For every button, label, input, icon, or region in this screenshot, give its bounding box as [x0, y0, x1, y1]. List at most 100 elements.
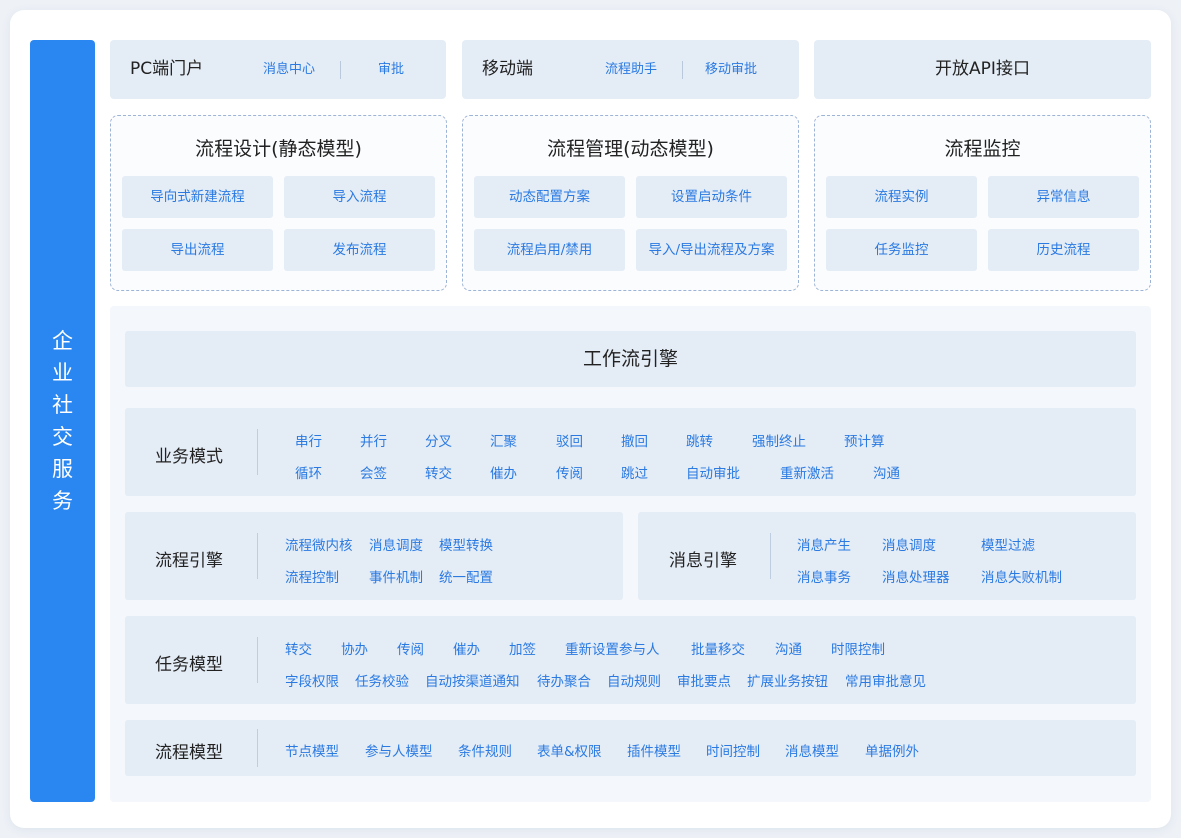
flow-engine-row: 流程引擎 流程微内核 消息调度 模型转换 流程控制 事件机制 统一配置 [125, 512, 623, 600]
open-api-box: 开放API接口 [814, 40, 1151, 99]
panel-button[interactable]: 动态配置方案 [474, 176, 625, 218]
feature-tag: 沟通 [775, 642, 802, 658]
pc-portal-box: PC端门户 消息中心 审批 [110, 40, 446, 99]
panel-flow-management: 流程管理(动态模型) 动态配置方案 设置启动条件 流程启用/禁用 导入/导出流程… [462, 115, 799, 291]
feature-tag: 审批要点 [677, 674, 731, 690]
mode-tag: 预计算 [844, 434, 885, 450]
panel-title: 流程管理(动态模型) [547, 138, 714, 160]
sidebar-enterprise-social: 企业社交服务 [30, 40, 95, 802]
panel-button[interactable]: 导出流程 [122, 229, 273, 271]
separator [682, 61, 683, 79]
row-label: 业务模式 [155, 447, 223, 467]
mode-tag: 跳过 [621, 466, 648, 482]
feature-tag: 表单&权限 [537, 744, 602, 760]
panel-button[interactable]: 导入流程 [284, 176, 435, 218]
feature-tag: 待办聚合 [537, 674, 591, 690]
feature-tag: 消息调度 [882, 538, 936, 554]
mode-tag: 循环 [295, 466, 322, 482]
mode-tag: 分叉 [425, 434, 452, 450]
feature-tag: 自动规则 [607, 674, 661, 690]
panel-title: 流程设计(静态模型) [195, 138, 362, 160]
message-engine-row: 消息引擎 消息产生 消息调度 模型过滤 消息事务 消息处理器 消息失败机制 [638, 512, 1136, 600]
row-label: 消息引擎 [669, 551, 737, 571]
feature-tag: 消息事务 [797, 570, 851, 586]
workflow-engine-title: 工作流引擎 [125, 331, 1136, 387]
feature-tag: 模型转换 [439, 538, 493, 554]
mode-tag: 重新激活 [780, 466, 834, 482]
open-api-title: 开放API接口 [935, 59, 1030, 79]
mode-tag: 会签 [360, 466, 387, 482]
mode-tag: 催办 [490, 466, 517, 482]
feature-tag: 常用审批意见 [845, 674, 926, 690]
feature-tag: 重新设置参与人 [565, 642, 660, 658]
flow-assistant-link[interactable]: 流程助手 [605, 40, 657, 99]
feature-tag: 字段权限 [285, 674, 339, 690]
row-label: 任务模型 [155, 655, 223, 675]
panel-button[interactable]: 任务监控 [826, 229, 977, 271]
panel-button[interactable]: 异常信息 [988, 176, 1139, 218]
panel-flow-monitor: 流程监控 流程实例 异常信息 任务监控 历史流程 [814, 115, 1151, 291]
panel-button[interactable]: 历史流程 [988, 229, 1139, 271]
feature-tag: 参与人模型 [365, 744, 433, 760]
row-label: 流程模型 [155, 743, 223, 763]
separator [257, 429, 258, 475]
mode-tag: 并行 [360, 434, 387, 450]
panel-flow-design: 流程设计(静态模型) 导向式新建流程 导入流程 导出流程 发布流程 [110, 115, 447, 291]
feature-tag: 消息调度 [369, 538, 423, 554]
feature-tag: 传阅 [397, 642, 424, 658]
panel-button[interactable]: 流程实例 [826, 176, 977, 218]
panel-button[interactable]: 流程启用/禁用 [474, 229, 625, 271]
mode-tag: 强制终止 [752, 434, 806, 450]
feature-tag: 单据例外 [865, 744, 919, 760]
feature-tag: 转交 [285, 642, 312, 658]
feature-tag: 模型过滤 [981, 538, 1035, 554]
mode-tag: 转交 [425, 466, 452, 482]
mode-tag: 串行 [295, 434, 322, 450]
mode-tag: 驳回 [556, 434, 583, 450]
mobile-box: 移动端 流程助手 移动审批 [462, 40, 799, 99]
mode-tag: 传阅 [556, 466, 583, 482]
feature-tag: 条件规则 [458, 744, 512, 760]
sidebar-title: 企业社交服务 [52, 329, 73, 513]
feature-tag: 节点模型 [285, 744, 339, 760]
pc-portal-title: PC端门户 [130, 59, 204, 79]
feature-tag: 时间控制 [706, 744, 760, 760]
mode-tag: 汇聚 [490, 434, 517, 450]
separator [257, 533, 258, 579]
mobile-title: 移动端 [482, 59, 533, 79]
feature-tag: 流程控制 [285, 570, 339, 586]
panel-button[interactable]: 导向式新建流程 [122, 176, 273, 218]
mode-tag: 自动审批 [686, 466, 740, 482]
feature-tag: 扩展业务按钮 [747, 674, 828, 690]
separator [340, 61, 341, 79]
feature-tag: 批量移交 [691, 642, 745, 658]
feature-tag: 消息处理器 [882, 570, 950, 586]
panel-title: 流程监控 [944, 138, 1021, 160]
feature-tag: 事件机制 [369, 570, 423, 586]
feature-tag: 任务校验 [355, 674, 409, 690]
mode-tag: 撤回 [621, 434, 648, 450]
mobile-approval-link[interactable]: 移动审批 [705, 40, 757, 99]
row-label: 流程引擎 [155, 551, 223, 571]
feature-tag: 插件模型 [627, 744, 681, 760]
feature-tag: 加签 [509, 642, 536, 658]
business-mode-row: 业务模式 串行 并行 分叉 汇聚 驳回 撤回 跳转 强制终止 预计算 循环 会签… [125, 408, 1136, 496]
separator [770, 533, 771, 579]
separator [257, 637, 258, 683]
mode-tag: 跳转 [686, 434, 713, 450]
mode-tag: 沟通 [873, 466, 900, 482]
feature-tag: 消息产生 [797, 538, 851, 554]
panel-button[interactable]: 发布流程 [284, 229, 435, 271]
feature-tag: 时限控制 [831, 642, 885, 658]
feature-tag: 消息模型 [785, 744, 839, 760]
feature-tag: 消息失败机制 [981, 570, 1062, 586]
flow-model-row: 流程模型 节点模型 参与人模型 条件规则 表单&权限 插件模型 时间控制 消息模… [125, 720, 1136, 776]
approval-link[interactable]: 审批 [378, 40, 404, 99]
message-center-link[interactable]: 消息中心 [263, 40, 315, 99]
task-model-row: 任务模型 转交 协办 传阅 催办 加签 重新设置参与人 批量移交 沟通 时限控制… [125, 616, 1136, 704]
panel-button[interactable]: 导入/导出流程及方案 [636, 229, 787, 271]
feature-tag: 协办 [341, 642, 368, 658]
panel-button[interactable]: 设置启动条件 [636, 176, 787, 218]
feature-tag: 催办 [453, 642, 480, 658]
separator [257, 729, 258, 767]
